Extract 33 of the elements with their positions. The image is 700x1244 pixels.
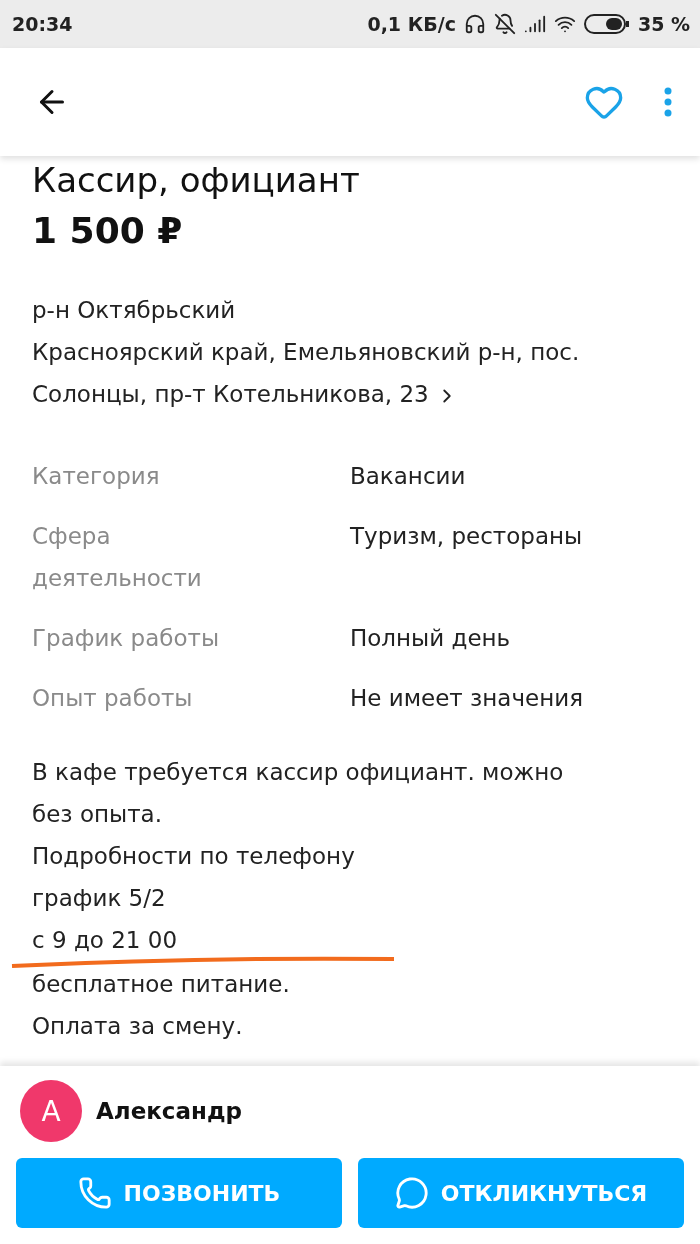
description-line: с 9 до 21 00 [32, 926, 179, 955]
detail-label: График работы [32, 624, 221, 653]
address-link[interactable]: Красноярский край, Емельяновский р-н, пос. Солонцы, пр-т Котельникова, 23 [32, 331, 668, 415]
battery-percent: 35 % [637, 13, 690, 35]
description-line: Подробности по телефону [32, 842, 356, 871]
detail-label: Сфера деятельности [32, 522, 203, 593]
description-line: В кафе требуется кассир официант. можно без опыта. [32, 758, 565, 829]
detail-value: Туризм, рестораны [350, 522, 584, 551]
call-button[interactable]: ПОЗВОНИТЬ [16, 1158, 342, 1228]
listing-title: Кассир, официант [32, 160, 361, 200]
district: р-н Октябрьский [32, 296, 237, 325]
network-speed: 0,1 КБ/с [367, 13, 456, 35]
chat-bubble-icon [394, 1176, 429, 1210]
more-menu-button[interactable] [664, 87, 672, 117]
more-icon [664, 87, 672, 117]
headphones-icon [463, 13, 486, 35]
description-line: бесплатное питание. [32, 970, 291, 999]
seller-name[interactable]: Александр [96, 1098, 242, 1124]
description-line: график 5/2 [32, 884, 167, 913]
reply-button[interactable]: ОТКЛИКНУТЬСЯ [358, 1158, 684, 1228]
description-line: Оплата за смену. [32, 1012, 244, 1041]
clock: 20:34 [12, 13, 73, 35]
battery-icon [583, 13, 630, 35]
phone-icon [77, 1176, 112, 1210]
seller-avatar[interactable]: А [20, 1080, 82, 1142]
listing-price: 1 500 ₽ [32, 210, 184, 251]
detail-label: Опыт работы [32, 684, 194, 713]
detail-value: Полный день [350, 624, 512, 653]
detail-value: Не имеет значения [350, 684, 584, 713]
signal-icon [523, 13, 546, 35]
muted-bell-icon [493, 13, 516, 35]
detail-value: Вакансии [350, 462, 467, 491]
detail-label: Категория [32, 462, 161, 491]
